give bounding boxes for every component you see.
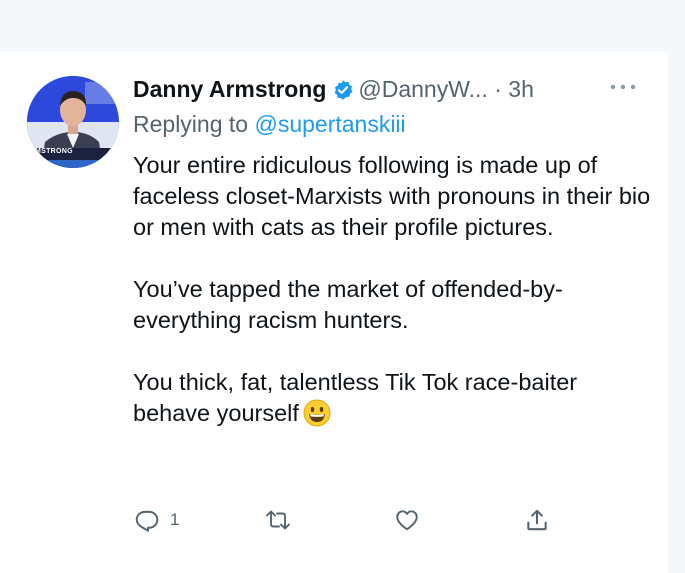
tweet-paragraph-text: You thick, fat, talentless Tik Tok race-…	[133, 369, 578, 426]
author-avatar[interactable]: MSTRONG	[27, 76, 119, 168]
header-separator: ·	[494, 76, 502, 102]
avatar-caption: MSTRONG	[35, 148, 73, 155]
replying-to-mention[interactable]: @supertanskiii	[254, 111, 405, 137]
share-button[interactable]	[524, 500, 550, 540]
reply-icon	[134, 507, 160, 533]
retweet-icon	[264, 507, 292, 533]
verified-badge-icon	[332, 76, 354, 110]
more-options-icon[interactable]	[609, 72, 637, 102]
retweet-button[interactable]	[264, 500, 292, 540]
reply-count: 1	[170, 510, 180, 529]
like-button[interactable]	[393, 500, 421, 540]
tweet-paragraph: Your entire ridiculous following is made…	[133, 152, 651, 240]
author-name[interactable]: Danny Armstrong	[133, 76, 326, 102]
grinning-face-icon	[303, 399, 331, 435]
like-icon	[393, 507, 421, 533]
replying-prefix: Replying to	[133, 111, 249, 137]
author-handle[interactable]: @DannyW...	[358, 76, 487, 102]
tweet-paragraph: You thick, fat, talentless Tik Tok race-…	[133, 367, 653, 435]
tweet-paragraph: You’ve tapped the market of offended-by-…	[133, 276, 563, 333]
tweet-timestamp[interactable]: 3h	[508, 76, 534, 102]
reply-button[interactable]: 1	[134, 500, 179, 540]
tweet-text: Your entire ridiculous following is made…	[133, 150, 653, 435]
tweet-actions: 1	[0, 500, 685, 540]
replying-to-line: Replying to @supertanskiii	[133, 108, 406, 140]
share-icon	[524, 507, 550, 533]
tweet-header: Danny Armstrong @DannyW... · 3h	[133, 72, 648, 106]
